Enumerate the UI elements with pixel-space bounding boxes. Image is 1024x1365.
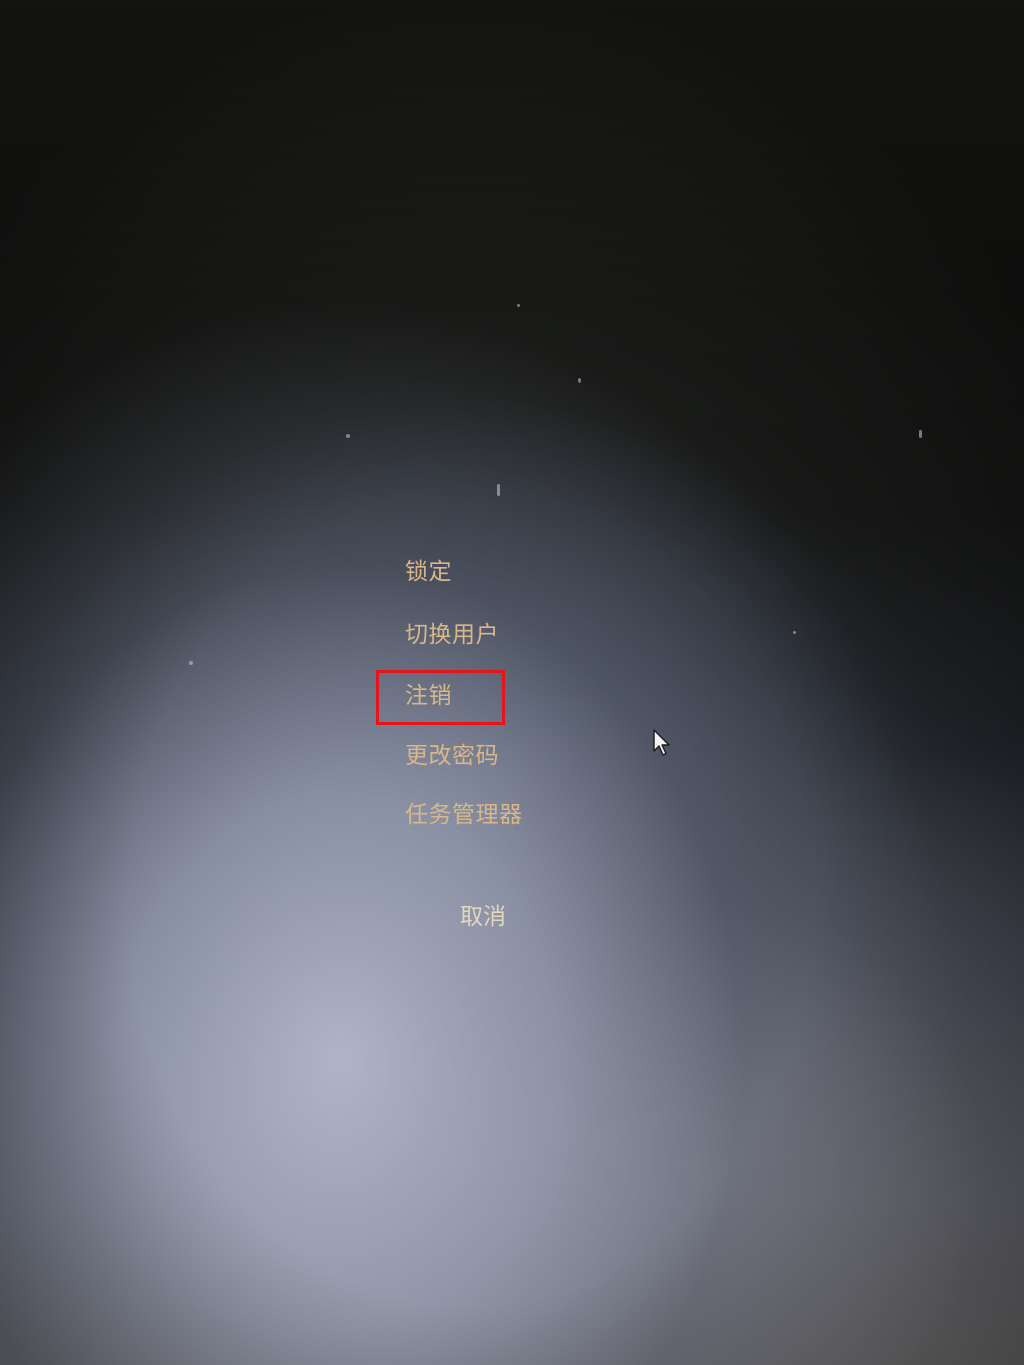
menu-item-lock[interactable]: 锁定 [405,557,452,587]
cancel-button[interactable]: 取消 [460,902,506,932]
menu-item-change-password[interactable]: 更改密码 [405,741,499,771]
dust-speck [346,434,350,438]
menu-item-switch-user[interactable]: 切换用户 [405,620,499,650]
menu-item-sign-out[interactable]: 注销 [405,681,452,711]
mouse-pointer-icon [653,729,670,756]
dust-speck [517,304,520,307]
screen-vignette [0,0,1024,1365]
menu-item-task-manager[interactable]: 任务管理器 [405,800,523,830]
dust-speck [793,631,796,634]
dust-speck [578,378,581,383]
dust-speck [189,661,193,665]
dust-speck [497,484,500,496]
dust-speck [919,430,922,438]
